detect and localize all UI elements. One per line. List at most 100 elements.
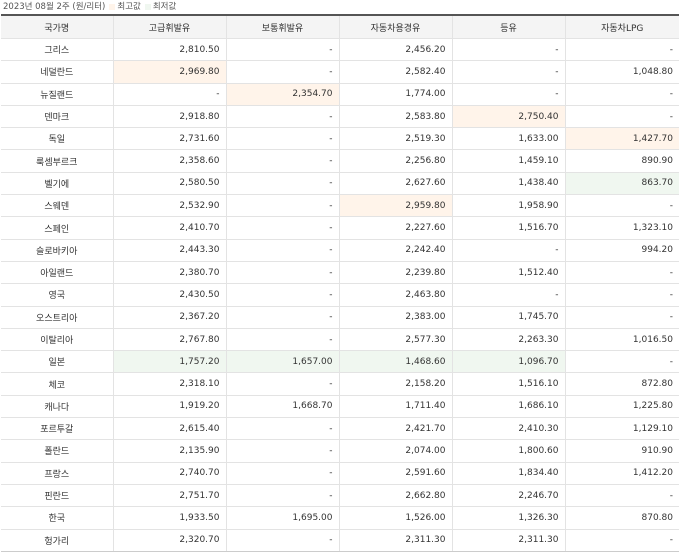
diesel-cell: 2,242.40 <box>339 239 453 262</box>
table-row: 뉴질랜드 -2,354.70 1,774.00- - <box>1 83 679 106</box>
premium-gasoline-cell: 2,443.30 <box>113 239 227 262</box>
premium-gasoline-cell: 2,767.80 <box>113 328 227 352</box>
premium-gasoline-cell: 1,757.20 <box>113 350 227 374</box>
table-row: 덴마크 2,918.80-2,583.80 2,750.40- <box>1 105 679 129</box>
regular-gasoline-cell: - <box>226 60 340 84</box>
lpg-cell: 872.80 <box>565 372 679 396</box>
kerosene-cell: 1,800.60 <box>452 439 566 463</box>
table-row: 폴란드 2,135.90-2,074.00 1,800.60 910.90 <box>1 439 679 463</box>
premium-gasoline-cell: 2,969.80 <box>113 60 227 84</box>
regular-gasoline-cell: - <box>226 149 340 173</box>
table-row: 오스트리아 2,367.20-2,383.00 1,745.70- <box>1 306 679 329</box>
min-legend-swatch <box>144 4 151 10</box>
kerosene-cell: 1,834.40 <box>452 462 566 485</box>
kerosene-cell: 1,459.10 <box>452 149 566 173</box>
header-regular-gasoline: 보통휘발유 <box>226 15 340 39</box>
max-legend-label: 최고값 <box>117 2 141 12</box>
table-header-row: 국가명 고급휘발유 보통휘발유 자동차용경유 등유 자동차LPG <box>1 15 679 39</box>
table-row: 독일 2,731.60-2,519.30 1,633.00 1,427.70 <box>1 127 679 151</box>
kerosene-cell: 1,326.30 <box>452 506 566 530</box>
lpg-cell: - <box>565 194 679 218</box>
lpg-cell: - <box>565 261 679 285</box>
regular-gasoline-cell: - <box>226 261 340 285</box>
table-row: 캐나다 1,919.20 1,668.70 1,711.40 1,686.10 1,225… <box>1 395 679 419</box>
country-cell: 프랑스 <box>1 462 114 485</box>
table-row: 룩셈부르크 2,358.60-2,256.80 1,459.10 890.90 <box>1 149 679 173</box>
lpg-cell: - <box>565 350 679 374</box>
kerosene-cell: 2,246.70 <box>452 484 566 508</box>
kerosene-cell: 1,516.10 <box>452 372 566 396</box>
premium-gasoline-cell: 2,367.20 <box>113 306 227 329</box>
table-row: 벨기에 2,580.50-2,627.60 1,438.40 863.70 <box>1 172 679 196</box>
min-legend-label: 최저값 <box>152 2 177 12</box>
lpg-cell: - <box>565 529 679 552</box>
country-cell: 스웨덴 <box>1 194 114 218</box>
table-row: 스웨덴 2,532.90-2,959.80 1,958.90- <box>1 194 679 218</box>
diesel-cell: 2,583.80 <box>339 105 453 129</box>
lpg-cell: 1,225.80 <box>565 395 679 419</box>
regular-gasoline-cell: - <box>226 306 340 329</box>
country-cell: 영국 <box>1 283 114 307</box>
lpg-cell: 994.20 <box>565 239 679 262</box>
premium-gasoline-cell: 2,430.50 <box>113 283 227 307</box>
regular-gasoline-cell: - <box>226 172 340 196</box>
lpg-cell: 1,427.70 <box>565 127 679 151</box>
regular-gasoline-cell: - <box>226 38 340 62</box>
regular-gasoline-cell: - <box>226 439 340 463</box>
country-cell: 벨기에 <box>1 172 114 196</box>
regular-gasoline-cell: - <box>226 372 340 396</box>
diesel-cell: 2,519.30 <box>339 127 453 151</box>
premium-gasoline-cell: 2,358.60 <box>113 149 227 173</box>
diesel-cell: 1,526.00 <box>339 506 453 530</box>
kerosene-cell: 1,958.90 <box>452 194 566 218</box>
diesel-cell: 2,256.80 <box>339 149 453 173</box>
premium-gasoline-cell: 2,318.10 <box>113 372 227 396</box>
diesel-cell: 2,158.20 <box>339 372 453 396</box>
regular-gasoline-cell: - <box>226 529 340 552</box>
regular-gasoline-cell: - <box>226 283 340 307</box>
country-cell: 이탈리아 <box>1 328 114 352</box>
regular-gasoline-cell: - <box>226 328 340 352</box>
premium-gasoline-cell: 2,751.70 <box>113 484 227 508</box>
kerosene-cell: 1,096.70 <box>452 350 566 374</box>
header-premium-gasoline: 고급휘발유 <box>113 15 227 39</box>
country-cell: 캐나다 <box>1 395 114 419</box>
regular-gasoline-cell: - <box>226 417 340 441</box>
regular-gasoline-cell: 1,695.00 <box>226 506 340 530</box>
regular-gasoline-cell: - <box>226 484 340 508</box>
regular-gasoline-cell: 1,668.70 <box>226 395 340 419</box>
regular-gasoline-cell: 1,657.00 <box>226 350 340 374</box>
table-row: 영국 2,430.50-2,463.80- - <box>1 283 679 307</box>
country-cell: 스페인 <box>1 216 114 240</box>
country-cell: 룩셈부르크 <box>1 149 114 173</box>
country-cell: 슬로바키아 <box>1 239 114 262</box>
regular-gasoline-cell: - <box>226 127 340 151</box>
table-row: 한국 1,933.50 1,695.00 1,526.00 1,326.30 870.80 <box>1 506 679 530</box>
max-legend-swatch <box>109 4 116 10</box>
kerosene-cell: 1,438.40 <box>452 172 566 196</box>
regular-gasoline-cell: - <box>226 194 340 218</box>
header-lpg: 자동차LPG <box>565 15 679 39</box>
premium-gasoline-cell: 2,380.70 <box>113 261 227 285</box>
country-cell: 독일 <box>1 127 114 151</box>
premium-gasoline-cell: 2,740.70 <box>113 462 227 485</box>
country-cell: 포르투갈 <box>1 417 114 441</box>
regular-gasoline-cell: - <box>226 239 340 262</box>
kerosene-cell: - <box>452 60 566 84</box>
header-country: 국가명 <box>1 15 114 39</box>
fuel-price-table: 국가명 고급휘발유 보통휘발유 자동차용경유 등유 자동차LPG 그리스 2,81… <box>1 14 679 552</box>
premium-gasoline-cell: 2,918.80 <box>113 105 227 129</box>
table-body: 그리스 2,810.50-2,456.20- - 네덜란드 2,969.80-2,582… <box>1 38 679 552</box>
premium-gasoline-cell: 2,410.70 <box>113 216 227 240</box>
premium-gasoline-cell: 2,135.90 <box>113 439 227 463</box>
kerosene-cell: 1,512.40 <box>452 261 566 285</box>
premium-gasoline-cell: 2,532.90 <box>113 194 227 218</box>
kerosene-cell: 1,516.70 <box>452 216 566 240</box>
table-row: 그리스 2,810.50-2,456.20- - <box>1 38 679 62</box>
country-cell: 덴마크 <box>1 105 114 129</box>
diesel-cell: 1,774.00 <box>339 83 453 106</box>
country-cell: 그리스 <box>1 38 114 62</box>
header-kerosene: 등유 <box>452 15 566 39</box>
table-caption: 2023년 08월 2주 (원/리터) 최고값 최저값 <box>0 0 680 14</box>
lpg-cell: 863.70 <box>565 172 679 196</box>
